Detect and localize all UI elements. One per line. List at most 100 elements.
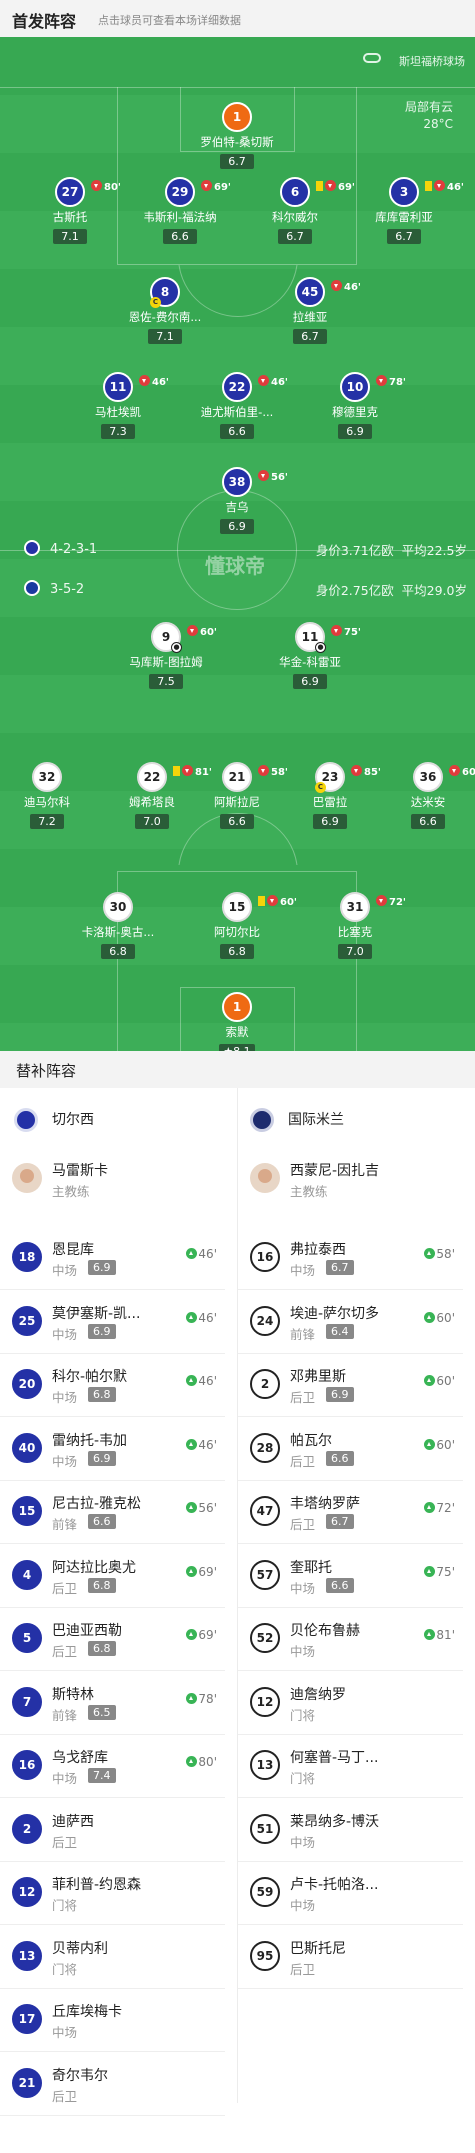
sub-row[interactable]: 57 奎耶托 中场 6.6 75'	[238, 1545, 463, 1608]
weather: 局部有云 28°C	[405, 99, 453, 133]
sub-out-icon	[376, 375, 387, 386]
player-name: 迪马尔科	[24, 795, 70, 809]
player[interactable]: 11 ● 75' 华金-科雷亚 6.9	[255, 622, 365, 689]
sub-in-minute: 56'	[186, 1501, 217, 1515]
sub-row[interactable]: 47 丰塔纳罗萨 后卫 6.7 72'	[238, 1481, 463, 1544]
jersey-number: 12	[250, 1686, 280, 1717]
sub-row[interactable]: 12 菲利普-约恩森 门将	[0, 1862, 225, 1925]
jersey-number: 27 80'	[55, 177, 121, 207]
player[interactable]: 11 46' 马杜埃凯 7.3	[63, 372, 173, 439]
sub-minute: 60'	[462, 767, 475, 778]
sub-minute: 58'	[436, 1247, 455, 1261]
yellow-card-icon	[425, 181, 432, 191]
player[interactable]: 38 56' 吉乌 6.9	[182, 467, 292, 534]
home-team-name: 切尔西	[52, 1112, 94, 1128]
sub-rating: 6.4	[326, 1323, 354, 1339]
jersey-number: 15	[12, 1496, 42, 1526]
yellow-card-icon	[258, 896, 265, 906]
player[interactable]: 3660' 达米安 6.6	[373, 762, 475, 829]
player[interactable]: 1 罗伯特-桑切斯 6.7	[182, 102, 292, 169]
player[interactable]: 3 46' 库库雷利亚 6.7	[349, 177, 464, 244]
player-name: 库库雷利亚	[375, 210, 433, 224]
player[interactable]: 1 索默 ★8.1	[182, 992, 292, 1051]
sub-row[interactable]: 24 埃迪-萨尔切多 前锋 6.4 60'	[238, 1291, 463, 1354]
player[interactable]: 8 C 恩佐-费尔南... 7.1	[110, 277, 220, 344]
jersey-number: 59	[250, 1877, 280, 1907]
player[interactable]: 22 46' 迪尤斯伯里-... 6.6	[182, 372, 292, 439]
sub-out-icon	[449, 765, 460, 776]
jersey-number: 13	[250, 1750, 280, 1780]
sub-name: 埃迪-萨尔切多	[290, 1305, 380, 1322]
sub-row[interactable]: 25 莫伊塞斯-凯... 中场 6.9 46'	[0, 1291, 225, 1354]
avatar	[250, 1163, 280, 1193]
player[interactable]: 30 卡洛斯-奥古... 6.8	[63, 892, 173, 959]
player[interactable]: 29 69' 韦斯利-福法纳 6.6	[125, 177, 235, 244]
sub-in-icon	[424, 1311, 436, 1323]
player[interactable]: 45 46' 拉维亚 6.7	[255, 277, 365, 344]
player[interactable]: 10 78' 穆德里克 6.9	[300, 372, 410, 439]
player-events: 60'	[258, 890, 297, 916]
sub-in-minute: 60'	[424, 1438, 455, 1452]
sub-row[interactable]: 7 斯特林 前锋 6.5 78'	[0, 1672, 225, 1735]
sub-row[interactable]: 95 巴斯托尼 后卫	[238, 1926, 463, 1989]
player-rating: 7.5	[149, 674, 183, 689]
sub-name: 贝蒂内利	[52, 1940, 108, 1957]
sub-row[interactable]: 2 迪萨西 后卫	[0, 1799, 225, 1862]
sub-row[interactable]: 28 帕瓦尔 后卫 6.6 60'	[238, 1418, 463, 1481]
player[interactable]: 15 60' 阿切尔比 6.8	[182, 892, 297, 959]
home-coach[interactable]: 马雷斯卡 主教练	[12, 1163, 222, 1219]
sub-position: 后卫	[290, 1961, 316, 1977]
sub-row[interactable]: 20 科尔-帕尔默 中场 6.8 46'	[0, 1354, 225, 1417]
sub-name: 弗拉泰西	[290, 1242, 346, 1258]
sub-row[interactable]: 51 莱昂纳多-博沃 中场	[238, 1799, 463, 1862]
sub-row[interactable]: 4 阿达拉比奥尤 后卫 6.8 69'	[0, 1545, 225, 1608]
sub-row[interactable]: 40 雷纳托-韦加 中场 6.9 46'	[0, 1418, 225, 1481]
sub-row[interactable]: 13 贝蒂内利 门将	[0, 1926, 225, 1989]
sub-name: 雷纳托-韦加	[52, 1432, 128, 1449]
player[interactable]: 27 80' 古斯托 7.1	[15, 177, 125, 244]
sub-in-minute: 58'	[424, 1247, 455, 1261]
jersey-number: 40	[12, 1432, 42, 1463]
sub-minute: 80'	[104, 182, 121, 193]
sub-row[interactable]: 17 丘库埃梅卡 中场	[0, 1989, 225, 2052]
sub-row[interactable]: 16 弗拉泰西 中场 6.7 58'	[238, 1227, 463, 1290]
watermark: 懂球帝	[205, 554, 265, 578]
sub-rating: 6.6	[326, 1450, 354, 1466]
sub-row[interactable]: 18 恩昆库 中场 6.9 46'	[0, 1227, 225, 1290]
captain-icon: C	[315, 782, 326, 793]
sub-position: 中场	[52, 1326, 78, 1342]
away-coach[interactable]: 西蒙尼-因扎吉 主教练	[250, 1163, 460, 1219]
player[interactable]: 31 72' 比塞克 7.0	[300, 892, 410, 959]
sub-row[interactable]: 52 贝伦布鲁赫 中场 81'	[238, 1608, 463, 1671]
sub-row[interactable]: 16 乌戈舒库 中场 7.4 80'	[0, 1735, 225, 1798]
player[interactable]: 32 迪马尔科 7.2	[0, 762, 102, 829]
sub-in-icon	[186, 1565, 198, 1577]
sub-name: 贝伦布鲁赫	[290, 1623, 360, 1639]
sub-row[interactable]: 15 尼古拉-雅克松 前锋 6.6 56'	[0, 1481, 225, 1544]
sub-name: 乌戈舒库	[52, 1750, 108, 1766]
player[interactable]: 23 C 85' 巴雷拉 6.9	[275, 762, 385, 829]
player[interactable]: 6 69' 科尔威尔 6.7	[240, 177, 355, 244]
sub-position: 前锋	[290, 1326, 316, 1342]
player-rating: 6.7	[293, 329, 327, 344]
sub-minute: 46'	[447, 182, 464, 193]
sub-row[interactable]: 2 邓弗里斯 后卫 6.9 60'	[238, 1354, 463, 1417]
player-events: 80'	[91, 175, 121, 201]
player-events: 46'	[425, 175, 464, 201]
sub-name: 菲利普-约恩森	[52, 1877, 142, 1893]
sub-in-icon	[186, 1248, 198, 1259]
sub-row[interactable]: 5 巴迪亚西勒 后卫 6.8 69'	[0, 1608, 225, 1671]
player-name: 古斯托	[52, 210, 88, 224]
player[interactable]: 9 ● 60' 马库斯-图拉姆 7.5	[111, 622, 221, 689]
sub-position: 后卫	[290, 1453, 316, 1469]
away-team-name: 国际米兰	[288, 1112, 344, 1128]
sub-row[interactable]: 59 卢卡-托帕洛... 中场	[238, 1862, 463, 1925]
jersey-number: 24	[250, 1305, 280, 1336]
sub-rating: 6.9	[88, 1323, 116, 1339]
jersey-number: 30	[103, 892, 133, 922]
jersey-number: 25	[12, 1305, 42, 1336]
sub-row[interactable]: 21 奇尔韦尔 后卫	[0, 2053, 225, 2116]
sub-row[interactable]: 12 迪詹纳罗 门将	[238, 1672, 463, 1735]
sub-row[interactable]: 13 何塞普-马丁... 门将	[238, 1735, 463, 1798]
jersey-number: 16	[12, 1750, 42, 1780]
